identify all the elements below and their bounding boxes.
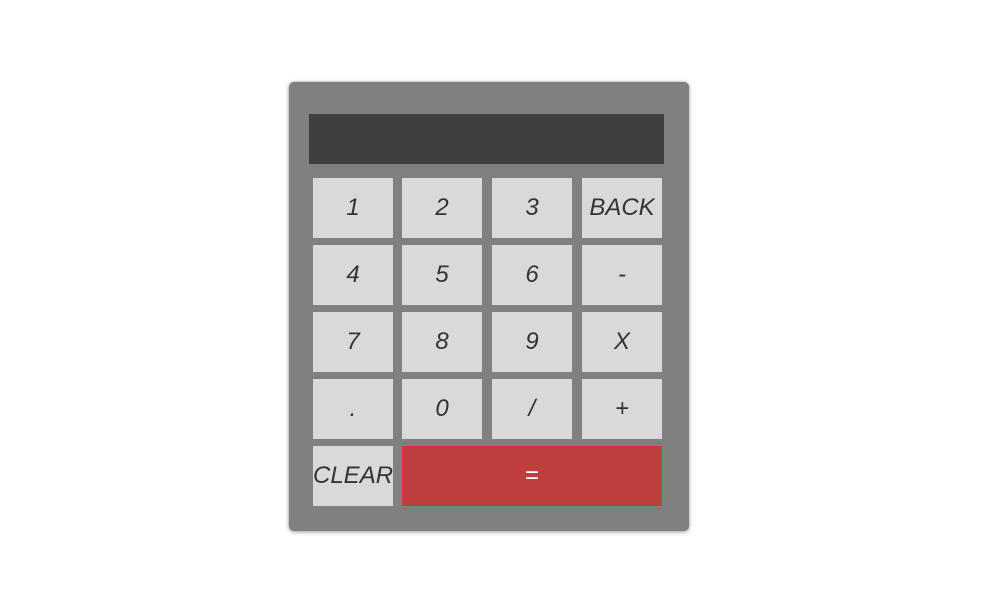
key-1[interactable]: 1 [313, 178, 393, 238]
key-0[interactable]: 0 [402, 379, 482, 439]
key-5[interactable]: 5 [402, 245, 482, 305]
calculator-display [309, 114, 664, 164]
back-button[interactable]: BACK [582, 178, 662, 238]
key-6[interactable]: 6 [492, 245, 572, 305]
decimal-button[interactable]: . [313, 379, 393, 439]
plus-button[interactable]: + [582, 379, 662, 439]
key-7[interactable]: 7 [313, 312, 393, 372]
key-9[interactable]: 9 [492, 312, 572, 372]
key-8[interactable]: 8 [402, 312, 482, 372]
equals-button[interactable]: = [402, 446, 662, 506]
calculator: 1 2 3 BACK 4 5 6 - 7 8 9 X . 0 / + CLEAR… [289, 82, 689, 531]
multiply-button[interactable]: X [582, 312, 662, 372]
minus-button[interactable]: - [582, 245, 662, 305]
key-4[interactable]: 4 [313, 245, 393, 305]
clear-button[interactable]: CLEAR [313, 446, 393, 506]
divide-button[interactable]: / [492, 379, 572, 439]
key-2[interactable]: 2 [402, 178, 482, 238]
key-3[interactable]: 3 [492, 178, 572, 238]
